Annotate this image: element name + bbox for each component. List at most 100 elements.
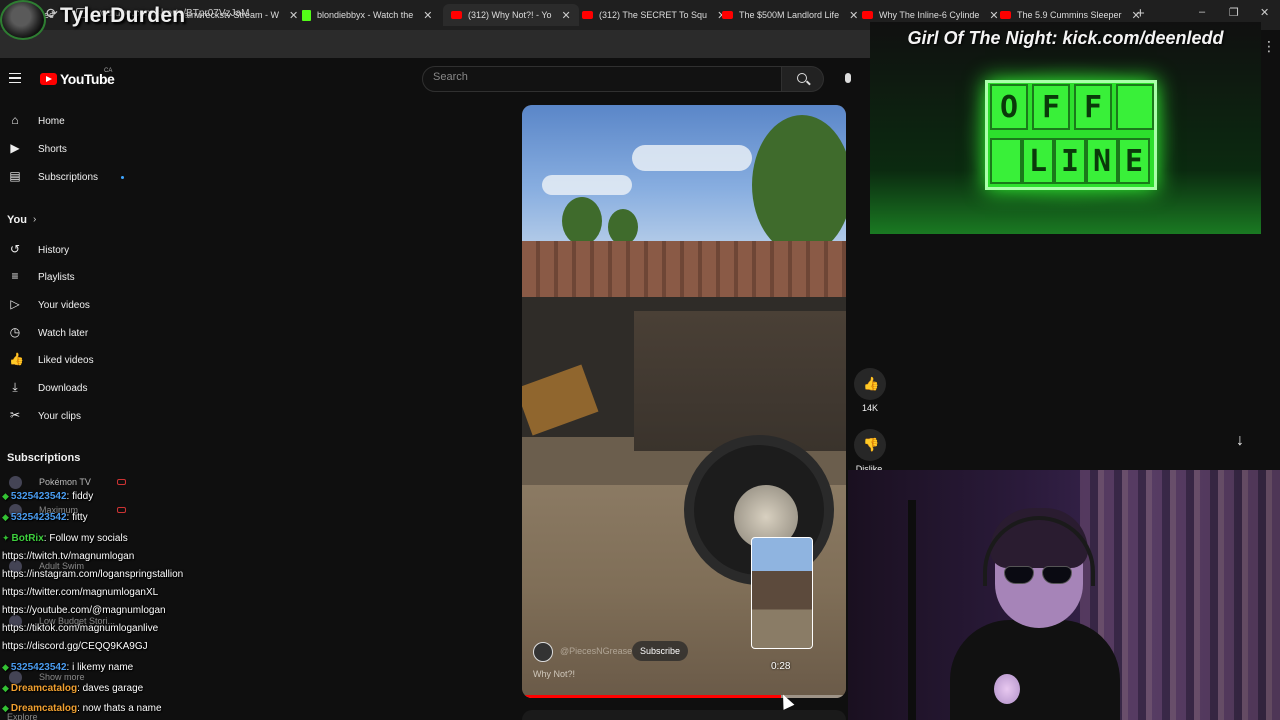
next-short-card[interactable] [522, 710, 846, 720]
chat-badge-icon: ◆ [2, 491, 9, 501]
like-count: 14K [861, 403, 878, 413]
tab-title: (312) The SECRET To Squ [599, 10, 708, 20]
chat-message: https://instagram.com/loganspringstallio… [2, 569, 183, 580]
chevron-right-icon: › [33, 214, 37, 225]
chat-message: ✦ BotRix: Follow my socials [2, 533, 128, 544]
chat-badge-icon: ◆ [2, 683, 9, 693]
chat-text: : fiddy [66, 491, 94, 502]
sidebar-item-label: Watch later [38, 327, 89, 339]
chat-username[interactable]: Dreamcatalog [11, 683, 77, 694]
address-bar [0, 30, 870, 58]
search-input[interactable] [433, 71, 773, 83]
browser-tab[interactable]: The $500M Landlord Life ✕ [722, 4, 858, 26]
restore-button[interactable]: ❐ [1229, 6, 1239, 19]
sidebar-item-watch-later[interactable]: ◷ Watch later [0, 321, 140, 345]
channel-avatar[interactable] [9, 476, 22, 489]
chat-badge-icon: ✦ [2, 533, 10, 543]
close-tab-icon[interactable]: ✕ [562, 9, 571, 22]
chat-message: https://twitter.com/magnumloganXL [2, 587, 158, 598]
chat-username[interactable]: Dreamcatalog [11, 703, 77, 714]
sidebar-item-label: Liked videos [38, 354, 94, 366]
progress-bar[interactable] [522, 695, 846, 698]
thumbs-down-icon[interactable]: 👎 [863, 437, 879, 453]
live-indicator-icon [117, 507, 126, 513]
subscribe-button[interactable]: Subscribe [632, 641, 689, 661]
next-video-thumbnail[interactable] [751, 537, 813, 649]
chat-text: : fitty [66, 512, 88, 523]
chat-badge-icon: ◆ [2, 662, 9, 672]
microphone-icon[interactable] [845, 73, 851, 83]
menu-icon[interactable] [9, 73, 21, 83]
next-short-arrow-icon[interactable]: ↓ [1236, 432, 1244, 450]
thumbs-up-icon[interactable]: 👍 [863, 376, 879, 392]
offline-letter: O [990, 84, 1028, 130]
sidebar-item-label: Shorts [38, 143, 67, 155]
minimize-button[interactable]: – [1199, 6, 1205, 18]
webcam-person-body [950, 620, 1120, 720]
sidebar-item-label: Your videos [38, 299, 90, 311]
browser-menu-icon[interactable]: ⋮ [1262, 38, 1276, 55]
reload-icon[interactable]: ⟳ [46, 5, 58, 22]
video-tree [562, 197, 602, 245]
search-icon [797, 73, 807, 83]
sidebar-item-history[interactable]: ↺ History [0, 238, 140, 262]
youtube-icon [451, 11, 462, 19]
chat-text: https://instagram.com/loganspringstallio… [2, 569, 184, 580]
chat-message: ◆ 5325423542: fiddy [2, 491, 93, 502]
chat-text: : i likemy name [66, 662, 134, 673]
close-tab-icon[interactable]: ✕ [849, 9, 858, 22]
chat-username[interactable]: 5325423542 [11, 491, 67, 502]
chat-username[interactable]: 5325423542 [11, 512, 67, 523]
offline-letter: F [1032, 84, 1070, 130]
close-window-button[interactable]: ✕ [1260, 6, 1269, 19]
new-tab-button[interactable]: + [1136, 5, 1145, 22]
chat-text: : Follow my socials [43, 533, 128, 544]
offline-letter: F [1074, 84, 1112, 130]
chat-text: https://twitter.com/magnumloganXL [2, 587, 159, 598]
close-tab-icon[interactable]: ✕ [289, 9, 298, 22]
sidebar-item-playlists[interactable]: ≡ Playlists [0, 265, 140, 289]
chat-text: https://tiktok.com/magnumloganlive [2, 623, 159, 634]
shirt-rose-graphic [994, 674, 1020, 704]
chat-badge-icon: ◆ [2, 703, 9, 713]
sidebar-item-shorts[interactable]: ▶ Shorts [0, 137, 140, 161]
sidebar-item-label: History [38, 244, 70, 256]
liked-videos-icon: 👍 [9, 352, 24, 366]
browser-tab[interactable]: (312) Why Not?! - Yo ✕ [443, 4, 579, 26]
sidebar-item-liked-videos[interactable]: 👍 Liked videos [0, 348, 140, 372]
chat-message: https://twitch.tv/magnumlogan [2, 551, 134, 562]
sidebar-item-your-videos[interactable]: ▷ Your videos [0, 293, 140, 317]
sidebar-item-downloads[interactable]: ⤓ Downloads [0, 376, 140, 400]
chat-username[interactable]: BotRix [12, 533, 44, 544]
sidebar-item-label: Your clips [38, 410, 81, 422]
chat-text: : daves garage [77, 683, 144, 694]
history-icon: ↺ [9, 242, 21, 256]
sidebar-item-home[interactable]: ⌂ Home [0, 109, 140, 133]
sidebar-item-your-clips[interactable]: ✂ Your clips [0, 404, 140, 428]
close-tab-icon[interactable]: ✕ [423, 9, 432, 22]
video-truck-bed [634, 311, 846, 451]
video-tree [752, 115, 846, 255]
tab-title: (312) Why Not?! - Yo [468, 10, 552, 20]
subscription-channel[interactable]: Pokémon TV [39, 477, 91, 487]
subscription-channel[interactable]: Show more [39, 672, 85, 682]
chat-message: ◆ Dreamcatalog: daves garage [2, 683, 143, 694]
sidebar-item-label: Home [38, 115, 65, 127]
you-section-heading[interactable]: You [7, 214, 27, 226]
offline-banner-text: Girl Of The Night: kick.com/deenledd [907, 28, 1224, 48]
youtube-logo-icon[interactable] [40, 73, 57, 85]
offline-letter: E [1118, 138, 1150, 184]
video-cloud [632, 145, 752, 171]
video-title: Why Not?! [533, 669, 576, 679]
chat-username[interactable]: 5325423542 [11, 662, 67, 673]
browser-tab[interactable]: (312) The SECRET To Squ✕ [582, 4, 726, 26]
sidebar-item-subscriptions[interactable]: ▤ Subscriptions [0, 165, 140, 189]
channel-name[interactable]: @PiecesNGrease [560, 646, 632, 656]
clips-icon: ✂ [9, 408, 21, 422]
search-button[interactable] [782, 66, 824, 92]
next-video-duration: 0:28 [771, 661, 791, 672]
shorts-player[interactable]: 0:28 @PiecesNGrease Subscribe Why Not?! [522, 105, 846, 698]
close-tab-icon[interactable]: ✕ [989, 9, 998, 22]
browser-tab[interactable]: blondiebbyx - Watch the ✕ [302, 4, 432, 26]
channel-avatar[interactable] [533, 642, 553, 662]
